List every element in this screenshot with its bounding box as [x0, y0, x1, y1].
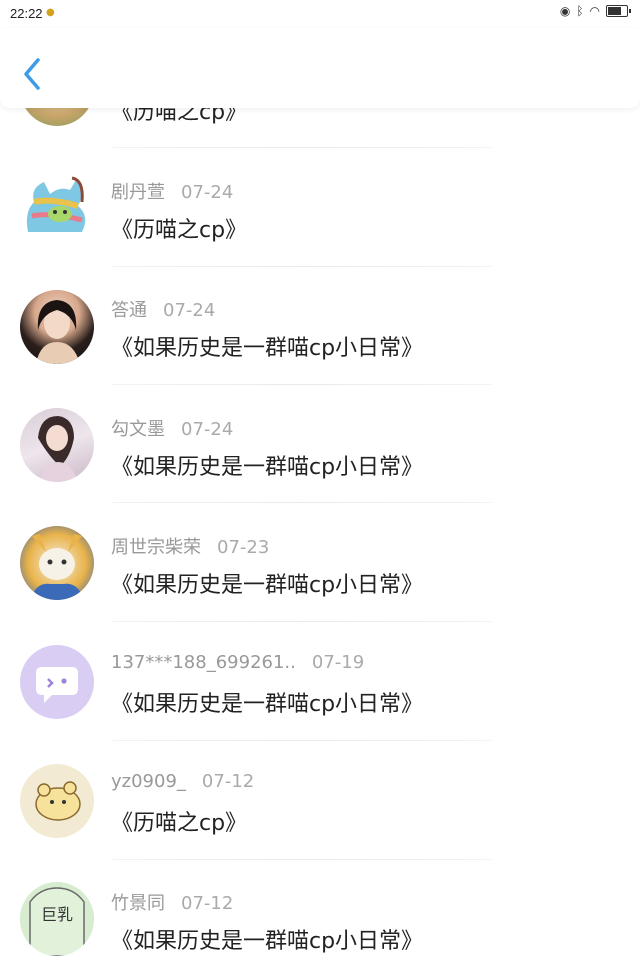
divider: [111, 621, 491, 622]
story-title[interactable]: 《如果历史是一群喵cp小日常》: [111, 449, 423, 481]
status-bar: 22:22 ● ◉ ᛒ ◠: [0, 0, 640, 28]
story-title[interactable]: 《如果历史是一群喵cp小日常》: [111, 686, 423, 718]
user-avatar[interactable]: [20, 408, 94, 482]
comment-date: 07-23: [217, 537, 270, 558]
user-name-line: 竹景同 07-12: [111, 889, 233, 915]
user-name[interactable]: 周世宗柴荣: [111, 537, 201, 558]
user-name[interactable]: 答通: [111, 300, 147, 321]
list-item[interactable]: 137***188_699261.. 07-19 《如果历史是一群喵cp小日常》: [0, 640, 640, 758]
story-title[interactable]: 《如果历史是一群喵cp小日常》: [111, 567, 423, 599]
battery-icon: [606, 5, 631, 17]
divider: [111, 859, 491, 860]
user-name-line: 答通 07-24: [111, 296, 215, 322]
user-avatar[interactable]: [20, 172, 94, 246]
eye-icon: ◉: [559, 4, 571, 18]
notification-icon: ●: [46, 7, 55, 18]
story-title[interactable]: 《历喵之cp》: [111, 805, 247, 837]
list-item[interactable]: 剧丹萱 07-24 《历喵之cp》: [0, 166, 640, 284]
user-name[interactable]: 勾文墨: [111, 419, 165, 440]
user-avatar[interactable]: [20, 645, 94, 719]
status-time: 22:22: [10, 6, 43, 21]
user-name-line: 勾文墨 07-24: [111, 415, 233, 441]
user-name-line: 剧丹萱 07-24: [111, 178, 233, 204]
comment-date: 07-12: [181, 893, 234, 914]
wifi-icon: ◠: [589, 4, 600, 18]
story-title[interactable]: 《历喵之cp》: [111, 212, 247, 244]
user-avatar[interactable]: [20, 526, 94, 600]
comment-date: 07-24: [163, 300, 216, 321]
user-avatar[interactable]: [20, 764, 94, 838]
back-button[interactable]: [18, 56, 48, 92]
comment-date: 07-19: [311, 652, 365, 673]
divider: [111, 740, 491, 741]
user-name[interactable]: yz0909_: [111, 771, 186, 792]
list-item[interactable]: 答通 07-24 《如果历史是一群喵cp小日常》: [0, 284, 640, 402]
list-item[interactable]: 周世宗柴荣 07-23 《如果历史是一群喵cp小日常》: [0, 521, 640, 639]
divider: [111, 266, 491, 267]
user-name-line: 137***188_699261.. 07-19: [111, 652, 364, 673]
page: 《历喵之cp》 剧丹萱 07-24 《历喵之cp》 答通 07-24 《如果历史…: [0, 0, 640, 978]
top-nav-bar: [0, 28, 640, 108]
user-avatar[interactable]: 巨乳: [20, 882, 94, 956]
user-name-line: 周世宗柴荣 07-23: [111, 533, 269, 559]
list-item[interactable]: yz0909_ 07-12 《历喵之cp》: [0, 759, 640, 877]
list-item[interactable]: 勾文墨 07-24 《如果历史是一群喵cp小日常》: [0, 403, 640, 521]
user-name[interactable]: 竹景同: [111, 893, 165, 914]
divider: [111, 384, 491, 385]
back-arrow-icon: [24, 58, 40, 90]
user-name[interactable]: 137***188_699261..: [111, 652, 296, 673]
list-item[interactable]: 巨乳 竹景同 07-12 《如果历史是一群喵cp小日常》: [0, 877, 640, 978]
avatar-caption: 巨乳: [41, 905, 73, 924]
comment-date: 07-24: [181, 419, 234, 440]
bluetooth-icon: ᛒ: [576, 4, 584, 18]
user-name[interactable]: 剧丹萱: [111, 182, 165, 203]
divider: [111, 147, 491, 148]
comment-date: 07-24: [181, 182, 234, 203]
comment-date: 07-12: [201, 771, 255, 792]
story-title[interactable]: 《如果历史是一群喵cp小日常》: [111, 923, 423, 955]
divider: [111, 502, 491, 503]
user-avatar[interactable]: [20, 290, 94, 364]
story-title[interactable]: 《如果历史是一群喵cp小日常》: [111, 330, 423, 362]
user-name-line: yz0909_ 07-12: [111, 771, 254, 792]
status-icons: ◉ ᛒ ◠: [559, 4, 631, 18]
